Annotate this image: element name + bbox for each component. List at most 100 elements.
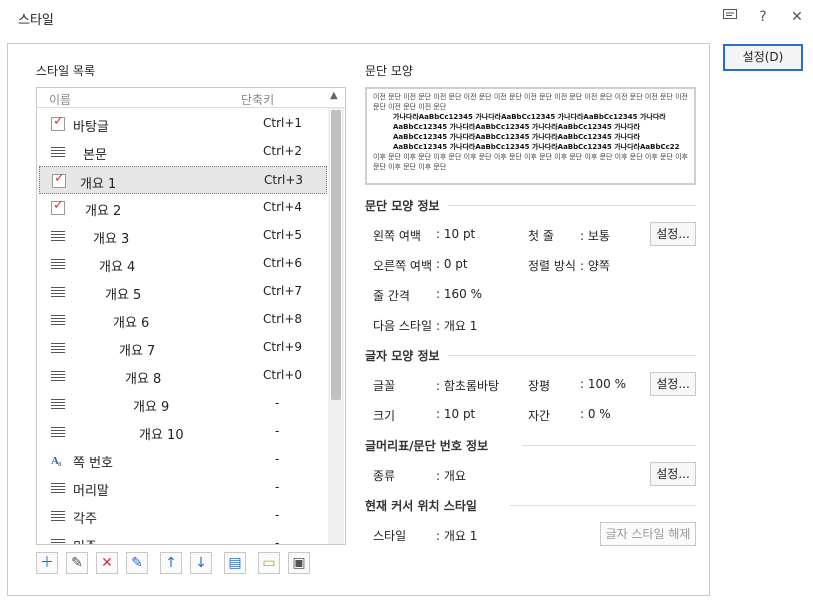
style-list-item[interactable]: 개요 6 Ctrl+8 (39, 306, 327, 334)
checkbox-icon (52, 171, 66, 188)
style-shortcut: Ctrl+4 (263, 200, 303, 214)
column-shortcut[interactable]: 단축키 (241, 91, 274, 108)
style-shortcut: Ctrl+5 (263, 228, 303, 242)
svg-text:a: a (58, 459, 62, 467)
style-list-item[interactable]: 개요 4 Ctrl+6 (39, 250, 327, 278)
char-info-heading: 글자 모양 정보 (365, 349, 440, 363)
help-button[interactable]: ? (752, 6, 774, 28)
delete-style-button[interactable]: ✕ (96, 552, 118, 574)
style-list-item[interactable]: 개요 9 - (39, 390, 327, 418)
style-list[interactable]: 이름 단축키 ▲ 바탕글 Ctrl+1 본문 Ctrl+2 개요 1 Ctrl+3 개요 2… (36, 87, 346, 545)
comment-icon[interactable] (719, 6, 741, 28)
line-spacing-label: 줄 간격 (373, 289, 410, 303)
char-settings-button[interactable]: 설정... (650, 372, 696, 396)
spacing-label: 자간 (528, 409, 551, 423)
style-shortcut: - (275, 396, 280, 410)
paragraph-preview: 이전 문단 이전 문단 이전 문단 이전 문단 이전 문단 이전 문단 이전 문… (365, 87, 696, 185)
scroll-up-icon[interactable]: ▲ (330, 90, 338, 101)
divider (448, 205, 696, 206)
import-style-button[interactable]: ▤ (224, 552, 246, 574)
right-margin-label: 오른쪽 여백 (373, 259, 433, 273)
style-shortcut: Ctrl+6 (263, 256, 303, 270)
replace-style-button[interactable]: ✎ (126, 552, 148, 574)
add-style-button[interactable]: ＋ (36, 552, 58, 574)
style-shortcut: Ctrl+0 (263, 368, 303, 382)
next-style-value: : 개요 1 (436, 319, 478, 333)
numbering-type-value: : 개요 (436, 469, 466, 483)
style-name: 개요 8 (125, 372, 162, 387)
style-name: 각주 (73, 512, 97, 527)
style-shortcut: Ctrl+1 (263, 116, 303, 130)
style-list-item[interactable]: 개요 5 Ctrl+7 (39, 278, 327, 306)
close-button[interactable]: ✕ (786, 6, 808, 28)
numbering-type-label: 종류 (373, 469, 396, 483)
paragraph-icon (51, 427, 65, 439)
preview-heading: 문단 모양 (365, 64, 413, 78)
style-list-item[interactable]: 미주 - (39, 530, 327, 545)
style-list-item[interactable]: 각주 - (39, 502, 327, 530)
style-list-item[interactable]: 바탕글 Ctrl+1 (39, 110, 327, 138)
style-list-item[interactable]: 개요 1 Ctrl+3 (39, 166, 327, 194)
divider (448, 355, 696, 356)
para-info-heading: 문단 모양 정보 (365, 199, 440, 213)
align-value: : 양쪽 (580, 259, 610, 273)
paragraph-icon (51, 399, 65, 411)
apply-button[interactable]: 설정(D) (723, 44, 803, 71)
column-name[interactable]: 이름 (49, 91, 71, 108)
font-value: : 함초롬바탕 (436, 379, 500, 393)
cursor-style-label: 스타일 (373, 529, 407, 543)
clear-char-style-button[interactable]: 글자 스타일 해제 (600, 522, 696, 546)
window-title: 스타일 (18, 13, 54, 28)
para-settings-button[interactable]: 설정... (650, 222, 696, 246)
scrollbar-thumb[interactable] (331, 110, 341, 400)
divider (510, 505, 696, 506)
right-margin-value: : 0 pt (436, 257, 468, 271)
style-list-item[interactable]: 개요 10 - (39, 418, 327, 446)
cursor-style-value: : 개요 1 (436, 529, 478, 543)
style-name: 미주 (73, 536, 97, 544)
style-list-header: 이름 단축키 ▲ (37, 88, 345, 108)
size-label: 크기 (373, 409, 396, 423)
paragraph-icon (51, 147, 65, 159)
numbering-settings-button[interactable]: 설정... (650, 462, 696, 486)
paragraph-icon (51, 231, 65, 243)
paragraph-icon (51, 511, 65, 523)
save-style-button[interactable]: ▣ (288, 552, 310, 574)
style-list-item[interactable]: 개요 2 Ctrl+4 (39, 194, 327, 222)
cursor-style-heading: 현재 커서 위치 스타일 (365, 499, 477, 513)
style-shortcut: - (275, 452, 280, 466)
line-spacing-value: : 160 % (436, 287, 482, 301)
first-line-label: 첫 줄 (528, 229, 554, 243)
style-shortcut: Ctrl+2 (263, 144, 303, 158)
style-name: 개요 10 (139, 428, 184, 443)
style-name: 개요 3 (93, 232, 130, 247)
edit-style-button[interactable]: ✎ (66, 552, 88, 574)
style-shortcut: Ctrl+7 (263, 284, 303, 298)
style-name: 쪽 번호 (73, 456, 114, 471)
style-shortcut: Ctrl+3 (264, 173, 304, 187)
style-list-item[interactable]: 개요 8 Ctrl+0 (39, 362, 327, 390)
checkbox-icon (51, 198, 65, 215)
style-name: 개요 9 (133, 400, 170, 415)
style-list-item[interactable]: 머리말 - (39, 474, 327, 502)
style-list-item[interactable]: 본문 Ctrl+2 (39, 138, 327, 166)
paragraph-icon (51, 315, 65, 327)
style-shortcut: Ctrl+8 (263, 312, 303, 326)
style-shortcut: - (275, 424, 280, 438)
font-label: 글꼴 (373, 379, 396, 393)
style-name: 개요 4 (99, 260, 136, 275)
move-up-button[interactable]: ↑ (160, 552, 182, 574)
move-down-button[interactable]: ↓ (190, 552, 212, 574)
first-line-value: : 보통 (580, 229, 610, 243)
size-value: : 10 pt (436, 407, 476, 421)
style-list-item[interactable]: 개요 3 Ctrl+5 (39, 222, 327, 250)
style-name: 개요 7 (119, 344, 156, 359)
left-margin-value: : 10 pt (436, 227, 476, 241)
style-list-item[interactable]: Aa 쪽 번호 - (39, 446, 327, 474)
preview-after-text: 이후 문단 이후 문단 이후 문단 이후 문단 이후 문단 이후 문단 이후 문… (373, 153, 688, 171)
style-list-item[interactable]: 개요 7 Ctrl+9 (39, 334, 327, 362)
checkbox-icon (51, 114, 65, 131)
style-shortcut: - (275, 536, 280, 545)
open-style-button[interactable]: ▭ (258, 552, 280, 574)
style-name: 본문 (83, 148, 107, 163)
